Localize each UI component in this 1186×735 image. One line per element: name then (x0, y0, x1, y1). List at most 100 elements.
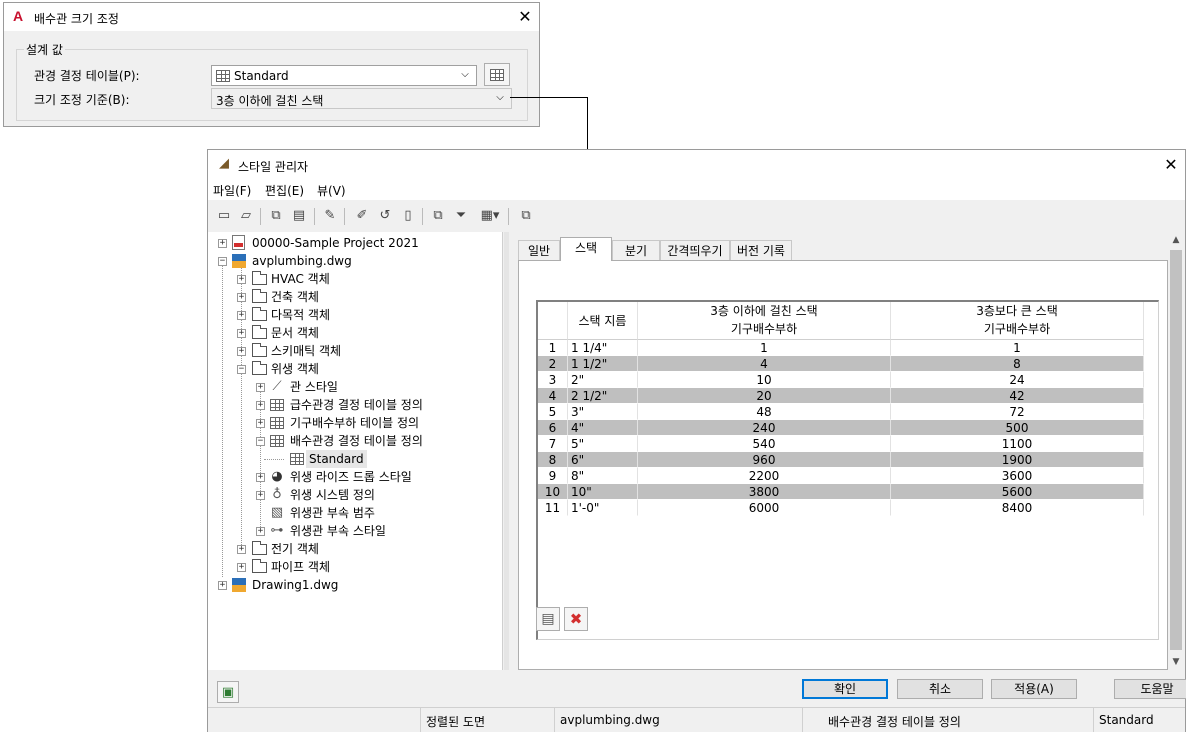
upto3-load-cell[interactable]: 10 (638, 372, 891, 388)
diameter-cell[interactable]: 2 1/2" (568, 388, 638, 404)
over3-load-cell[interactable]: 72 (891, 404, 1144, 420)
expand-icon[interactable]: + (256, 491, 265, 500)
expand-icon[interactable]: + (256, 401, 265, 410)
upto3-load-cell[interactable]: 540 (638, 436, 891, 452)
tab-version-history[interactable]: 버전 기록 (730, 240, 792, 260)
diameter-cell[interactable]: 2" (568, 372, 638, 388)
diameter-cell[interactable]: 5" (568, 436, 638, 452)
open-folder-icon[interactable]: ▱ (238, 208, 254, 224)
row-number-cell: 7 (538, 436, 568, 452)
upto3-load-cell[interactable]: 6000 (638, 500, 891, 516)
expand-icon[interactable]: + (218, 581, 227, 590)
menu-edit[interactable]: 편집(E) (265, 182, 304, 199)
upto3-load-cell[interactable]: 2200 (638, 468, 891, 484)
purge-icon[interactable]: ✐ (354, 208, 370, 224)
over3-load-cell[interactable]: 1100 (891, 436, 1144, 452)
upto3-load-cell[interactable]: 240 (638, 420, 891, 436)
cancel-button[interactable]: 취소 (897, 679, 983, 699)
table-browse-button[interactable] (484, 63, 510, 86)
lasso-icon[interactable]: ↺ (377, 208, 393, 224)
column-header-over3[interactable]: 3층보다 큰 스택 기구배수부하 (891, 302, 1144, 340)
diameter-cell[interactable]: 3" (568, 404, 638, 420)
tab-general[interactable]: 일반 (518, 240, 560, 260)
delete-row-button[interactable]: ✖ (564, 607, 588, 631)
add-row-button[interactable]: ▤ (536, 607, 560, 631)
expand-icon[interactable]: + (256, 527, 265, 536)
help-button[interactable]: 도움말 (1114, 679, 1186, 699)
over3-load-cell[interactable]: 42 (891, 388, 1144, 404)
upto3-load-cell[interactable]: 1 (638, 340, 891, 356)
over3-load-cell[interactable]: 1900 (891, 452, 1144, 468)
paste-icon[interactable]: ▤ (291, 208, 307, 224)
apply-button[interactable]: 적용(A) (991, 679, 1077, 699)
callout-line (510, 97, 588, 98)
upto3-load-cell[interactable]: 48 (638, 404, 891, 420)
expand-icon[interactable]: + (237, 293, 246, 302)
new-file-icon[interactable]: ▭ (216, 208, 232, 224)
expand-icon[interactable]: + (256, 473, 265, 482)
upto3-load-cell[interactable]: 3800 (638, 484, 891, 500)
collapse-icon[interactable]: − (237, 365, 246, 374)
expand-icon[interactable]: + (237, 275, 246, 284)
column-header-diameter[interactable]: 스택 지름 (568, 302, 638, 340)
menu-file[interactable]: 파일(F) (213, 182, 251, 199)
notes-icon[interactable]: ▯ (400, 208, 416, 224)
diameter-cell[interactable]: 8" (568, 468, 638, 484)
expand-icon[interactable]: + (256, 419, 265, 428)
over3-load-cell[interactable]: 5600 (891, 484, 1144, 500)
over3-load-cell[interactable]: 24 (891, 372, 1144, 388)
column-header-upto3[interactable]: 3층 이하에 걸친 스택 기구배수부하 (638, 302, 891, 340)
upto3-load-cell[interactable]: 20 (638, 388, 891, 404)
upto3-load-cell[interactable]: 4 (638, 356, 891, 372)
expand-icon[interactable]: + (237, 329, 246, 338)
filter-icon[interactable]: ⏷ (453, 208, 469, 224)
expand-icon[interactable]: + (237, 563, 246, 572)
over3-load-cell[interactable]: 8 (891, 356, 1144, 372)
diameter-cell[interactable]: 4" (568, 420, 638, 436)
sizing-table-select[interactable]: Standard ⌵ (211, 65, 477, 86)
sizing-basis-select[interactable]: 3층 이하에 걸친 스택 ⌵ (211, 88, 512, 109)
menu-view[interactable]: 뷰(V) (317, 182, 346, 199)
collapse-icon[interactable]: − (218, 257, 227, 266)
expand-icon[interactable]: + (237, 347, 246, 356)
scroll-down-icon[interactable]: ▼ (1168, 654, 1184, 670)
pane-splitter[interactable] (504, 232, 509, 670)
scrollbar-thumb[interactable] (1170, 250, 1182, 650)
toggle-view-icon[interactable]: ⧉ (518, 208, 534, 224)
expand-icon[interactable]: + (218, 239, 227, 248)
over3-load-cell[interactable]: 3600 (891, 468, 1144, 484)
copy-icon[interactable]: ⧉ (268, 208, 284, 224)
collapse-icon[interactable]: − (256, 437, 265, 446)
diameter-cell[interactable]: 1'-0" (568, 500, 638, 516)
table-icon (490, 69, 504, 81)
close-icon[interactable]: ✕ (517, 9, 533, 25)
ok-button[interactable]: 확인 (802, 679, 888, 699)
view-dropdown-icon[interactable]: ▦▾ (478, 208, 502, 224)
over3-load-cell[interactable]: 1 (891, 340, 1144, 356)
tab-branch[interactable]: 분기 (612, 240, 660, 260)
over3-load-cell[interactable]: 8400 (891, 500, 1144, 516)
over3-load-cell[interactable]: 500 (891, 420, 1144, 436)
diameter-cell[interactable]: 1 1/2" (568, 356, 638, 372)
tree-item-label: avplumbing.dwg (252, 254, 352, 268)
sort-icon[interactable]: ⧉ (430, 208, 446, 224)
diameter-cell[interactable]: 6" (568, 452, 638, 468)
tree-item-label: 다목적 객체 (271, 308, 331, 322)
style-tree[interactable]: + 00000-Sample Project 2021 − avplumbing… (208, 232, 503, 670)
upto3-load-cell[interactable]: 960 (638, 452, 891, 468)
scroll-up-icon[interactable]: ▲ (1168, 232, 1184, 248)
toggle-view-button[interactable]: ▣ (217, 681, 239, 703)
row-number-cell: 5 (538, 404, 568, 420)
stack-table[interactable]: 스택 지름 3층 이하에 걸친 스택 기구배수부하 3층보다 큰 스택 기구배수… (536, 300, 1159, 640)
diameter-cell[interactable]: 10" (568, 484, 638, 500)
expand-icon[interactable]: + (237, 545, 246, 554)
vertical-scrollbar[interactable]: ▲ ▼ (1168, 232, 1184, 670)
tree-guide (241, 259, 242, 553)
tab-stack[interactable]: 스택 (560, 237, 612, 261)
expand-icon[interactable]: + (256, 383, 265, 392)
close-icon[interactable]: ✕ (1163, 157, 1179, 173)
expand-icon[interactable]: + (237, 311, 246, 320)
edit-style-icon[interactable]: ✎ (322, 208, 338, 224)
tab-offset[interactable]: 간격띄우기 (660, 240, 730, 260)
diameter-cell[interactable]: 1 1/4" (568, 340, 638, 356)
